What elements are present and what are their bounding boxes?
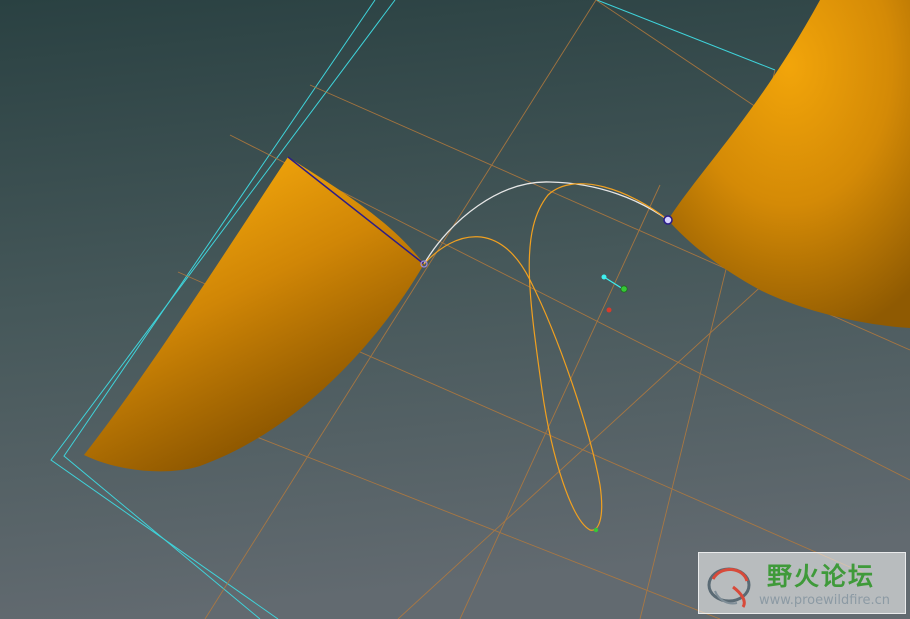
handle-red[interactable] [606,307,612,313]
handle-green[interactable] [620,285,628,293]
modeling-viewport[interactable]: 野火论坛 www.proewildfire.cn [0,0,910,619]
watermark-url: www.proewildfire.cn [759,593,890,608]
forum-watermark: 野火论坛 www.proewildfire.cn [698,552,906,614]
3d-scene[interactable] [0,0,910,619]
watermark-title: 野火论坛 [767,562,876,591]
swirl-logo-icon [707,567,751,608]
curve-endpoint-right[interactable] [663,215,673,225]
curve-vertex-bottom[interactable] [593,527,599,533]
handle-cyan[interactable] [601,274,607,280]
